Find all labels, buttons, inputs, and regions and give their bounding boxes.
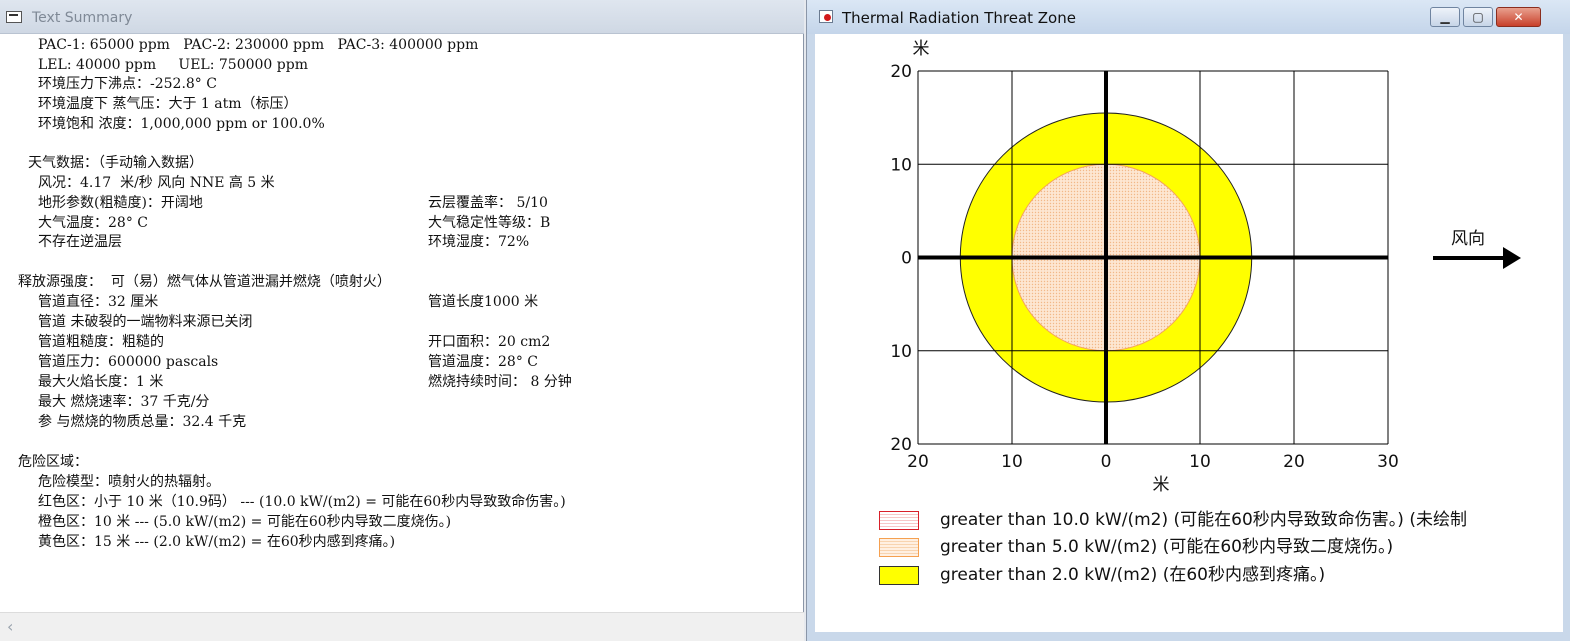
text-line: 危险模型：喷射火的热辐射。 <box>38 474 220 490</box>
text-line: 管道 未破裂的一端物料来源已关闭 <box>38 314 253 330</box>
text-line: 不存在逆温层 <box>38 234 122 250</box>
plot-area: 20 10 0 10 20 30 20 10 0 10 20 米 米 风向 greater than… <box>815 34 1563 632</box>
text-line: 黄色区：15 米 --- (2.0 kW/(m2) = 在60秒内感到疼痛。) <box>38 534 396 550</box>
text-line: 大气稳定性等级：B <box>428 215 551 231</box>
title-bar[interactable]: Text Summary <box>0 0 804 34</box>
window-title: Thermal Radiation Threat Zone <box>842 9 1076 27</box>
x-axis-label: 米 <box>1153 475 1170 495</box>
x-tick-label: 10 <box>1189 452 1211 472</box>
text-line: 管道粗糙度：粗糙的 <box>38 334 164 350</box>
text-line: 最大 燃烧速率：37 千克/分 <box>38 394 210 410</box>
text-line: 参 与燃烧的物质总量：32.4 千克 <box>38 414 247 430</box>
legend-swatch <box>879 538 919 557</box>
text-line: 风况：4.17 米/秒 风向 NNE 高 5 米 <box>38 175 275 191</box>
scroll-left-icon[interactable]: ‹ <box>7 617 13 636</box>
window-title: Text Summary <box>32 10 133 26</box>
text-line: LEL: 40000 ppm UEL: 750000 ppm <box>38 57 308 73</box>
text-line: 大气温度：28° C <box>38 215 148 231</box>
text-line: 管道温度：28° C <box>428 354 538 370</box>
close-button[interactable]: ✕ <box>1496 7 1541 27</box>
y-axis-label: 米 <box>913 39 930 59</box>
title-bar[interactable]: Thermal Radiation Threat Zone ▁ ▢ ✕ <box>807 0 1570 34</box>
summary-text: PAC-1: 65000 ppm PAC-2: 230000 ppm PAC-3… <box>0 34 804 612</box>
close-icon: ✕ <box>1513 10 1524 24</box>
horizontal-scrollbar[interactable]: ‹ <box>0 612 804 641</box>
text-line: 管道直径：32 厘米 <box>38 294 159 310</box>
legend-label: greater than 2.0 kW/(m2) (在60秒内感到疼痛。) <box>940 565 1326 585</box>
y-tick-label: 0 <box>901 249 912 269</box>
wind-arrow-icon <box>1433 247 1521 269</box>
text-line: 环境饱和 浓度：1,000,000 ppm or 100.0% <box>38 116 325 132</box>
text-line: 环境压力下沸点：-252.8° C <box>38 76 217 92</box>
y-tick-label: 10 <box>890 155 912 175</box>
wind-direction-label: 风向 <box>1451 229 1485 249</box>
text-line: 云层覆盖率： 5/10 <box>428 195 548 211</box>
text-line: 释放源强度： 可（易）燃气体从管道泄漏并燃烧（喷射火） <box>18 274 391 290</box>
text-line: 危险区域： <box>18 454 88 470</box>
x-tick-label: 0 <box>1101 452 1112 472</box>
minimize-icon: ▁ <box>1440 10 1450 24</box>
legend-label: greater than 10.0 kW/(m2) (可能在60秒内导致致命伤害… <box>940 510 1467 530</box>
x-tick-label: 10 <box>1001 452 1023 472</box>
text-line: 环境湿度：72% <box>428 234 530 250</box>
text-line: 环境温度下 蒸气压：大于 1 atm（标压） <box>38 96 298 112</box>
maximize-button[interactable]: ▢ <box>1463 7 1493 27</box>
x-tick-label: 20 <box>907 452 929 472</box>
legend-label: greater than 5.0 kW/(m2) (可能在60秒内导致二度烧伤。… <box>940 537 1394 557</box>
threat-zone-window: Thermal Radiation Threat Zone ▁ ▢ ✕ 20 10… <box>806 0 1570 641</box>
text-line: 橙色区：10 米 --- (5.0 kW/(m2) = 可能在60秒内导致二度烧… <box>38 514 452 530</box>
text-line: 燃烧持续时间： 8 分钟 <box>428 374 572 390</box>
legend-swatch <box>879 511 919 530</box>
x-tick-label: 30 <box>1377 452 1399 472</box>
text-line: 管道长度1000 米 <box>428 294 539 310</box>
text-summary-window: Text Summary PAC-1: 65000 ppm PAC-2: 230… <box>0 0 804 641</box>
legend-swatch <box>879 566 919 585</box>
maximize-icon: ▢ <box>1472 10 1484 24</box>
y-tick-label: 20 <box>890 62 912 82</box>
text-line: 管道压力：600000 pascals <box>38 354 219 370</box>
minimize-button[interactable]: ▁ <box>1430 7 1460 27</box>
text-line: 红色区：小于 10 米（10.9码） --- (10.0 kW/(m2) = 可… <box>38 494 566 510</box>
y-tick-label: 10 <box>890 342 912 362</box>
text-line: 最大火焰长度：1 米 <box>38 374 164 390</box>
text-line: 天气数据：（手动输入数据） <box>28 155 203 171</box>
text-line: 开口面积：20 cm2 <box>428 334 551 350</box>
window-icon <box>6 11 22 23</box>
y-tick-label: 20 <box>890 435 912 455</box>
window-icon <box>819 10 833 23</box>
text-line: 地形参数(粗糙度)：开阔地 <box>38 195 203 211</box>
x-tick-label: 20 <box>1283 452 1305 472</box>
text-line: PAC-1: 65000 ppm PAC-2: 230000 ppm PAC-3… <box>38 37 479 53</box>
